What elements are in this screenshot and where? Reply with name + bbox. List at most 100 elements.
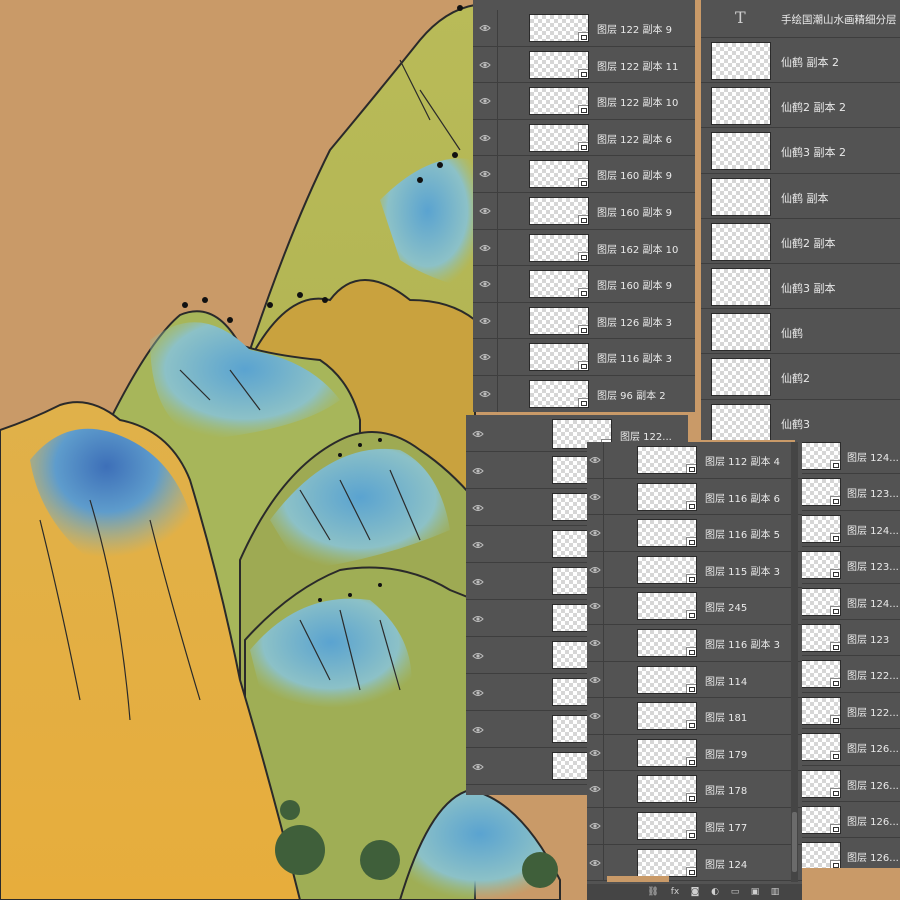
visibility-eye-icon[interactable] — [589, 822, 601, 830]
visibility-eye-icon[interactable] — [472, 430, 484, 438]
layer-row[interactable]: 图层 122 副本 9 — [473, 10, 695, 47]
visibility-eye-icon[interactable] — [472, 615, 484, 623]
visibility-eye-icon[interactable] — [479, 97, 491, 105]
smart-object-icon — [578, 68, 588, 78]
layer-row[interactable]: 图层 116 副本 6 — [587, 478, 802, 516]
layer-row[interactable]: 图层 181 — [587, 698, 802, 735]
visibility-eye-icon[interactable] — [589, 602, 601, 610]
layer-row[interactable]: 仙鹤2 — [701, 354, 900, 400]
layer-row[interactable]: 图层 126... — [795, 802, 900, 839]
row-divider — [497, 376, 498, 412]
visibility-eye-icon[interactable] — [472, 578, 484, 586]
layer-name: 图层 126... — [847, 780, 899, 792]
layer-row[interactable]: 图层 126... — [795, 838, 900, 868]
visibility-eye-icon[interactable] — [479, 61, 491, 69]
visibility-eye-icon[interactable] — [589, 859, 601, 867]
visibility-eye-icon[interactable] — [479, 170, 491, 178]
visibility-eye-icon[interactable] — [472, 726, 484, 734]
link-icon[interactable]: ⛓ — [647, 887, 659, 897]
layer-row[interactable]: 图层 116 副本 5 — [587, 515, 802, 552]
layer-row[interactable]: 图层 162 副本 10 — [473, 229, 695, 267]
visibility-eye-icon[interactable] — [472, 763, 484, 771]
visibility-eye-icon[interactable] — [589, 529, 601, 537]
layer-row[interactable]: 图层 123 — [795, 620, 900, 657]
layer-row[interactable]: 图层 126... — [795, 729, 900, 766]
layer-row[interactable]: 仙鹤 — [701, 309, 900, 355]
layer-row[interactable]: 图层 115 副本 3 — [587, 551, 802, 589]
trash-icon[interactable]: ▥ — [769, 887, 781, 897]
layer-row[interactable]: 图层 96 副本 2 — [473, 376, 695, 412]
layer-row[interactable]: 仙鹤3 副本 2 — [701, 128, 900, 174]
layer-row[interactable]: 图层 245 — [587, 588, 802, 625]
layer-row[interactable]: 图层 160 副本 9 — [473, 156, 695, 193]
layer-row[interactable]: 图层 114 — [587, 661, 802, 699]
layer-name: 图层 122... — [847, 707, 899, 719]
layers-panel-a: 图层 122 副本 9 图层 122 副本 11 图层 122 副本 10 图层 12… — [473, 0, 695, 412]
layer-row[interactable]: 图层 178 — [587, 771, 802, 808]
layer-row[interactable]: 图层 126... — [795, 766, 900, 802]
visibility-eye-icon[interactable] — [589, 712, 601, 720]
visibility-eye-icon[interactable] — [479, 24, 491, 32]
visibility-eye-icon[interactable] — [589, 749, 601, 757]
visibility-eye-icon[interactable] — [479, 134, 491, 142]
visibility-eye-icon[interactable] — [589, 639, 601, 647]
layer-row[interactable]: 图层 123... — [795, 547, 900, 584]
layer-row[interactable]: 图层 116 副本 3 — [587, 625, 802, 662]
layer-row[interactable]: 图层 179 — [587, 734, 802, 772]
visibility-eye-icon[interactable] — [589, 676, 601, 684]
adjustment-icon[interactable]: ◐ — [709, 887, 721, 897]
layer-row[interactable]: 图层 177 — [587, 808, 802, 845]
layer-thumbnail — [529, 380, 589, 408]
layer-row[interactable]: 仙鹤 副本 — [701, 174, 900, 219]
layer-row[interactable]: 仙鹤3 — [701, 400, 900, 440]
mask-icon[interactable]: ◙ — [689, 887, 701, 897]
visibility-eye-icon[interactable] — [589, 493, 601, 501]
layer-row[interactable]: 图层 122... — [795, 656, 900, 693]
text-layer-row[interactable]: T 手绘国潮山水画精细分层 — [701, 0, 900, 38]
new-layer-icon[interactable]: ▣ — [749, 887, 761, 897]
fx-icon[interactable]: fx — [669, 887, 681, 897]
layer-row[interactable]: 图层 112 副本 4 — [587, 442, 802, 479]
visibility-eye-icon[interactable] — [479, 353, 491, 361]
layer-row[interactable]: 图层 126 副本 3 — [473, 302, 695, 340]
visibility-eye-icon[interactable] — [589, 456, 601, 464]
layer-row[interactable]: 图层 122 副本 6 — [473, 119, 695, 157]
layer-row[interactable]: 仙鹤3 副本 — [701, 264, 900, 310]
visibility-eye-icon[interactable] — [479, 244, 491, 252]
row-divider — [497, 229, 498, 266]
layer-row[interactable]: 图层 160 副本 9 — [473, 193, 695, 230]
layers-panel-footer: ⛓ fx ◙ ◐ ▭ ▣ ▥ — [587, 876, 802, 900]
layer-row[interactable]: 图层 122 副本 10 — [473, 83, 695, 120]
layer-row[interactable]: 图层 124... — [795, 584, 900, 620]
visibility-eye-icon[interactable] — [589, 566, 601, 574]
visibility-eye-icon[interactable] — [479, 390, 491, 398]
layers-panel-d-scrollthumb[interactable] — [792, 812, 797, 872]
layer-row[interactable]: 仙鹤2 副本 2 — [701, 83, 900, 129]
layer-name: 图层 115 副本 3 — [705, 566, 780, 578]
layer-row[interactable]: 图层 122... — [795, 693, 900, 730]
layer-row[interactable]: 图层 123... — [795, 474, 900, 511]
layer-row[interactable]: 仙鹤2 副本 — [701, 219, 900, 264]
visibility-eye-icon[interactable] — [472, 504, 484, 512]
smart-object-icon — [578, 361, 588, 371]
layer-row[interactable]: 图层 124... — [795, 511, 900, 548]
visibility-eye-icon[interactable] — [472, 467, 484, 475]
visibility-eye-icon[interactable] — [472, 689, 484, 697]
visibility-eye-icon[interactable] — [472, 652, 484, 660]
row-divider — [497, 83, 498, 119]
visibility-eye-icon[interactable] — [479, 207, 491, 215]
layer-name: 仙鹤3 副本 — [781, 282, 836, 295]
smart-object-icon — [830, 496, 840, 506]
layers-panel-d-scrollbar[interactable] — [791, 442, 798, 882]
layer-row[interactable]: 图层 122 副本 11 — [473, 46, 695, 84]
visibility-eye-icon[interactable] — [589, 785, 601, 793]
layer-row[interactable]: 图层 160 副本 9 — [473, 266, 695, 303]
layer-row[interactable]: 图层 124... — [795, 438, 900, 475]
visibility-eye-icon[interactable] — [479, 317, 491, 325]
visibility-eye-icon[interactable] — [472, 541, 484, 549]
folder-icon[interactable]: ▭ — [729, 887, 741, 897]
layer-row[interactable]: 仙鹤 副本 2 — [701, 38, 900, 84]
layer-row[interactable]: 图层 116 副本 3 — [473, 339, 695, 376]
smart-object-icon — [686, 683, 696, 693]
visibility-eye-icon[interactable] — [479, 280, 491, 288]
